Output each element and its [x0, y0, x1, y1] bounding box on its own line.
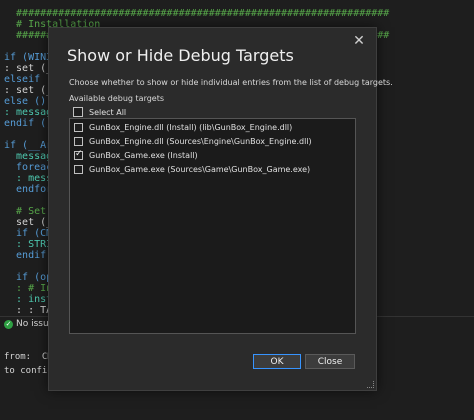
code-line: # Set — [4, 206, 47, 217]
target-label: GunBox_Game.exe (Sources\Game\GunBox_Gam… — [89, 164, 311, 174]
code-line: : messag — [4, 107, 53, 118]
resize-grip[interactable] — [367, 381, 374, 388]
dialog-title: Show or Hide Debug Targets — [67, 46, 294, 65]
close-button[interactable]: Close — [305, 354, 355, 369]
checkbox[interactable] — [74, 122, 83, 132]
checked-checkbox[interactable] — [74, 149, 83, 160]
checkbox[interactable] — [74, 136, 83, 146]
code-line: : set (_ — [4, 63, 53, 74]
code-line: : mess — [4, 173, 53, 184]
code-line: endif — [4, 250, 47, 261]
debug-targets-dialog: Show or Hide Debug Targets ✕ Choose whet… — [48, 27, 393, 391]
code-line: : : TA — [4, 305, 53, 316]
ok-button[interactable]: OK — [253, 354, 301, 369]
target-item[interactable]: GunBox_Game.exe (Sources\Game\GunBox_Gam… — [70, 163, 355, 175]
debug-targets-list[interactable]: GunBox_Engine.dll (Install) (lib\GunBox_… — [69, 118, 356, 334]
target-label: GunBox_Game.exe (Install) — [89, 150, 198, 160]
code-line: else () — [4, 96, 47, 107]
code-line: if (op — [4, 272, 53, 283]
select-all-checkbox[interactable]: Select All — [73, 107, 126, 117]
code-line: if (__Ar — [4, 140, 53, 151]
code-line: if (CM — [4, 228, 53, 239]
select-all-label: Select All — [89, 107, 127, 117]
code-line: set (_ — [4, 217, 53, 228]
dialog-description: Choose whether to show or hide individua… — [69, 78, 393, 87]
code-line: endif () — [4, 118, 53, 129]
code-line: endfor — [4, 184, 53, 195]
target-label: GunBox_Engine.dll (Install) (lib\GunBox_… — [89, 122, 293, 132]
code-line: : # In — [4, 283, 53, 294]
code-line: : set (_ — [4, 85, 53, 96]
code-line: messag — [4, 151, 53, 162]
code-line: ########################################… — [4, 8, 390, 19]
check-circle-icon: ✓ — [4, 319, 13, 329]
code-line: : inst — [4, 294, 53, 305]
code-line: : STRI — [4, 239, 53, 250]
target-item[interactable]: GunBox_Engine.dll (Install) (lib\GunBox_… — [70, 121, 355, 133]
target-label: GunBox_Engine.dll (Sources\Engine\GunBox… — [89, 136, 312, 146]
target-item[interactable]: GunBox_Game.exe (Install) — [70, 149, 355, 161]
close-icon[interactable]: ✕ — [352, 34, 366, 48]
target-item[interactable]: GunBox_Engine.dll (Sources\Engine\GunBox… — [70, 135, 355, 147]
checkbox[interactable] — [73, 107, 83, 117]
list-label: Available debug targets — [69, 94, 165, 103]
code-line: elseif ( — [4, 74, 53, 85]
checkbox[interactable] — [74, 164, 83, 174]
code-line: foreac — [4, 162, 53, 173]
